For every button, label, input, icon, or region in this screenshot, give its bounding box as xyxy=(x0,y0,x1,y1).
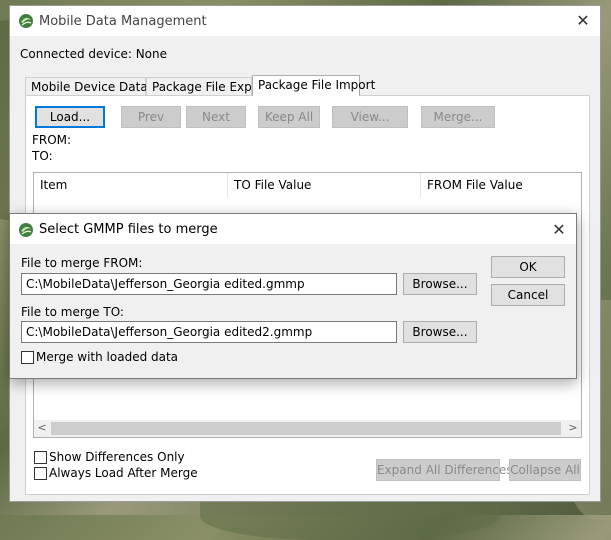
close-icon[interactable]: ✕ xyxy=(574,11,592,30)
to-label: TO: xyxy=(32,149,53,163)
cancel-button[interactable]: Cancel xyxy=(491,284,565,306)
window-title: Mobile Data Management xyxy=(39,14,207,29)
column-header-to-value[interactable]: TO File Value xyxy=(228,173,421,197)
next-button[interactable]: Next xyxy=(186,106,246,128)
merge-loaded-checkbox[interactable] xyxy=(21,351,34,364)
browse-from-button[interactable]: Browse... xyxy=(403,273,477,295)
from-file-label: File to merge FROM: xyxy=(21,256,143,270)
to-file-input[interactable]: C:\MobileData\Jefferson_Georgia edited2.… xyxy=(21,321,397,343)
merge-loaded-label: Merge with loaded data xyxy=(36,350,179,364)
dialog-title: Select GMMP files to merge xyxy=(39,222,218,237)
keep-all-button[interactable]: Keep All xyxy=(258,106,320,128)
tab-package-file-export[interactable]: Package File Export xyxy=(146,77,269,95)
app-logo-icon xyxy=(19,223,33,237)
ok-button[interactable]: OK xyxy=(491,256,565,278)
app-logo-icon xyxy=(19,14,33,28)
dialog-title-bar: Select GMMP files to merge ✕ xyxy=(10,214,576,244)
from-file-input[interactable]: C:\MobileData\Jefferson_Georgia edited.g… xyxy=(21,273,397,295)
column-header-item[interactable]: Item xyxy=(34,173,228,197)
tab-label: Package File Import xyxy=(258,78,376,92)
show-differences-checkbox[interactable] xyxy=(34,451,47,464)
horizontal-scrollbar[interactable]: < > xyxy=(34,420,581,437)
prev-button[interactable]: Prev xyxy=(121,106,181,128)
merge-button[interactable]: Merge... xyxy=(421,106,495,128)
title-bar: Mobile Data Management ✕ xyxy=(10,6,600,36)
column-header-from-value[interactable]: FROM File Value xyxy=(421,173,581,197)
browse-to-button[interactable]: Browse... xyxy=(403,321,477,343)
tab-package-file-import[interactable]: Package File Import xyxy=(252,75,375,96)
to-file-label: File to merge TO: xyxy=(21,305,124,319)
merge-dialog: Select GMMP files to merge ✕ File to mer… xyxy=(9,213,577,379)
dialog-close-icon[interactable]: ✕ xyxy=(550,220,568,239)
show-differences-label: Show Differences Only xyxy=(49,450,185,464)
scroll-right-icon[interactable]: > xyxy=(565,421,581,434)
scroll-left-icon[interactable]: < xyxy=(34,421,50,434)
load-button[interactable]: Load... xyxy=(35,106,105,128)
from-label: FROM: xyxy=(32,133,72,147)
tab-mobile-device-data-link[interactable]: Mobile Device Data Link xyxy=(25,77,176,95)
collapse-all-button[interactable]: Collapse All xyxy=(509,459,581,481)
view-button[interactable]: View... xyxy=(332,106,408,128)
always-load-checkbox[interactable] xyxy=(34,467,47,480)
scrollbar-thumb[interactable] xyxy=(51,422,561,435)
connected-device-label: Connected device: None xyxy=(20,47,168,61)
always-load-label: Always Load After Merge xyxy=(49,466,198,480)
expand-all-button[interactable]: Expand All Differences xyxy=(376,459,513,481)
